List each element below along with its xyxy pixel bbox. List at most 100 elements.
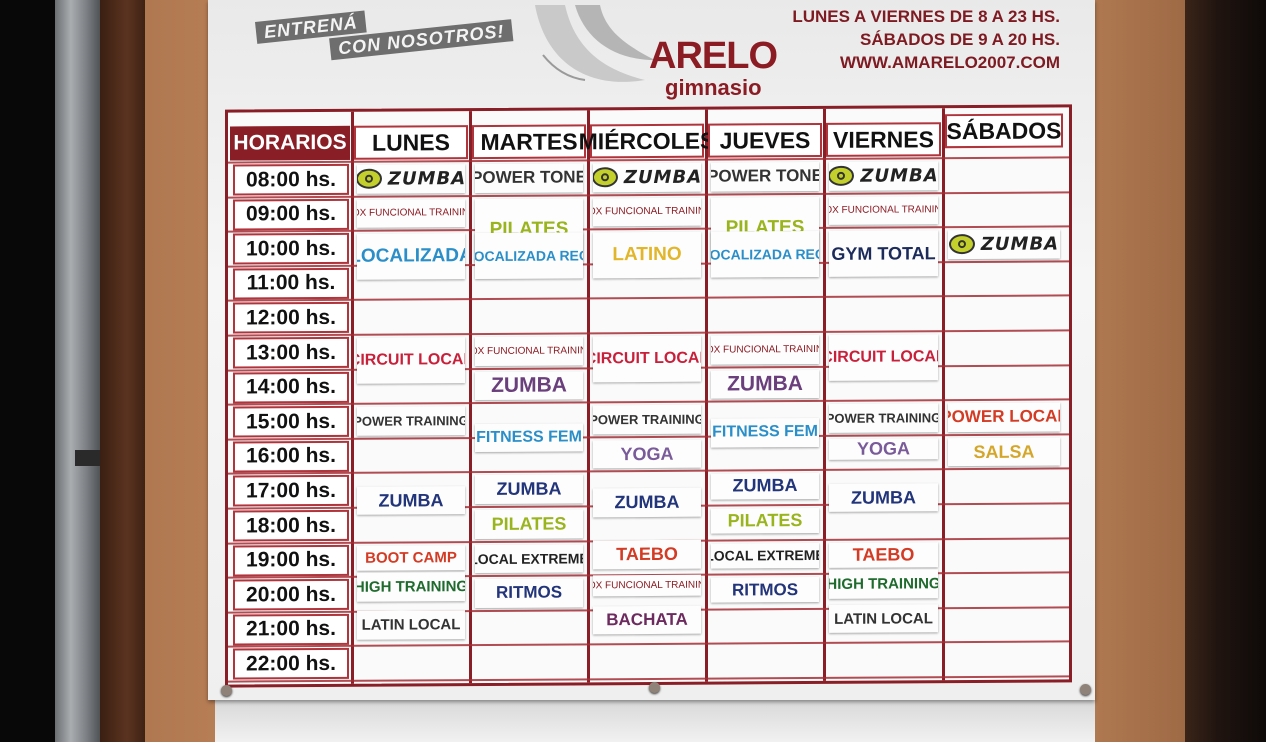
weekday-hours: LUNES A VIERNES DE 8 A 23 HS. (792, 7, 1060, 26)
class-fitness-fem: FITNESS FEM (475, 422, 583, 453)
class-high-training: HIGH TRAINING (829, 569, 938, 599)
header-day-3: JUEVES (708, 122, 822, 158)
time-label: 17:00 hs. (233, 475, 349, 507)
class-yoga: YOGA (829, 438, 938, 461)
class-circuit-local: CIRCUIT LOCAL (357, 337, 465, 384)
saturday-hours: SÁBADOS DE 9 A 20 HS. (860, 30, 1060, 49)
class-bachata: BACHATA (593, 605, 701, 635)
time-label: 20:00 hs. (233, 579, 349, 611)
class-power-training: POWER TRAINING (357, 406, 465, 436)
class-zumba: ZUMBA (711, 369, 819, 399)
class-gym-total: GYM TOTAL (829, 230, 938, 277)
class-pilates: PILATES (711, 507, 819, 534)
class-circuit-local: CIRCUIT LOCAL (829, 334, 938, 381)
gym-logo: ARELO gimnasio (515, 0, 778, 108)
column-divider (469, 111, 472, 684)
class-taebo: TAEBO (593, 539, 701, 570)
class-latin-local: LATIN LOCAL (829, 604, 938, 634)
class-localizada-rec: LOCALIZADA REC. (475, 232, 583, 280)
zumba-logo-icon (948, 234, 975, 255)
class-box-funcional: BOX FUNCIONAL TRAINING (829, 195, 938, 226)
class-fitness-fem: FITNESS FEM (711, 417, 819, 448)
column-divider (705, 109, 708, 682)
class-local-extreme: LOCAL EXTREME (711, 542, 819, 569)
class-latin-local: LATIN LOCAL (357, 610, 465, 640)
class-zumba-logo: ZUMBA (829, 161, 938, 191)
time-label: 16:00 hs. (233, 440, 349, 473)
header-day-4: VIERNES (826, 122, 941, 157)
metal-door-frame (55, 0, 100, 742)
class-zumba: ZUMBA (475, 370, 583, 401)
dark-wall (0, 0, 55, 742)
wood-pillar-right (1185, 0, 1266, 742)
class-power-tone: POWER TONE (475, 163, 583, 193)
zumba-logo-icon (593, 167, 618, 188)
class-power-tone: POWER TONE (711, 161, 819, 192)
class-power-local: POWER LOCAL (948, 402, 1060, 432)
logo-subtitle: gimnasio (665, 75, 762, 100)
time-label: 13:00 hs. (233, 336, 349, 369)
time-label: 10:00 hs. (233, 233, 349, 265)
column-divider (351, 111, 354, 684)
time-label: 19:00 hs. (233, 544, 349, 577)
time-label: 09:00 hs. (233, 198, 349, 231)
class-circuit-local: CIRCUIT LOCAL (593, 335, 701, 383)
class-salsa: SALSA (948, 437, 1060, 467)
zumba-logo-text: ZUMBA (387, 167, 465, 190)
class-box-funcional: BOX FUNCIONAL TRAINING (593, 574, 701, 597)
class-taebo: TAEBO (829, 541, 938, 568)
opening-hours: LUNES A VIERNES DE 8 A 23 HS. SÁBADOS DE… (792, 5, 1060, 74)
zumba-fitness-logo: ZUMBA (829, 165, 938, 187)
wood-pillar-left (100, 0, 145, 742)
zumba-logo-text: ZUMBA (980, 233, 1060, 255)
time-label: 15:00 hs. (233, 406, 349, 438)
time-label: 22:00 hs. (233, 648, 349, 680)
header-day-1: MARTES (472, 124, 586, 160)
column-divider (942, 108, 945, 681)
board-pin (649, 682, 660, 693)
zumba-fitness-logo: ZUMBA (948, 233, 1060, 255)
class-local-extreme: LOCAL EXTREME (475, 543, 583, 574)
class-ritmos: RITMOS (711, 577, 819, 603)
header-day-5: SÁBADOS (945, 113, 1063, 149)
zumba-fitness-logo: ZUMBA (593, 166, 701, 188)
logo-swirl-icon (535, 5, 655, 82)
zumba-fitness-logo: ZUMBA (357, 168, 465, 190)
time-label: 21:00 hs. (233, 613, 349, 646)
time-label: 08:00 hs. (233, 163, 349, 196)
column-divider (587, 110, 590, 683)
class-box-funcional: BOX FUNCIONAL TRAINING (475, 336, 583, 366)
class-zumba: ZUMBA (593, 487, 701, 518)
class-power-training: POWER TRAINING (829, 403, 938, 433)
schedule-grid: HORARIOS LUNES MARTES MIÉRCOLES JUEVES VIERN… (225, 104, 1072, 688)
time-label: 11:00 hs. (233, 267, 349, 300)
class-localizada: LOCALIZADA (357, 233, 465, 280)
class-zumba-logo: ZUMBA (593, 162, 701, 192)
class-localizada-rec: LOCALIZADA REC. (711, 231, 819, 278)
class-latino: LATINO (593, 231, 701, 279)
column-divider (823, 108, 826, 681)
class-box-funcional: BOX FUNCIONAL TRAINING (357, 198, 465, 228)
class-box-funcional: BOX FUNCIONAL TRAINING (711, 334, 819, 365)
class-zumba-logo: ZUMBA (948, 229, 1060, 259)
header-horarios: HORARIOS (230, 125, 350, 161)
class-zumba-logo: ZUMBA (357, 164, 465, 194)
zumba-logo-text: ZUMBA (623, 166, 701, 188)
header-day-2: MIÉRCOLES (579, 123, 715, 159)
class-zumba: ZUMBA (357, 485, 465, 516)
class-zumba: ZUMBA (475, 474, 583, 505)
class-boot-camp: BOOT CAMP (357, 544, 465, 571)
board-lower-edge (215, 700, 1095, 742)
logo-name: ARELO (649, 35, 778, 77)
class-zumba: ZUMBA (711, 473, 819, 500)
class-zumba: ZUMBA (829, 482, 938, 513)
zumba-logo-icon (829, 166, 855, 187)
board-pin (1080, 684, 1091, 695)
class-power-training: POWER TRAINING (593, 404, 701, 435)
class-ritmos: RITMOS (475, 578, 583, 608)
time-label: 14:00 hs. (233, 371, 349, 404)
class-yoga: YOGA (593, 439, 701, 469)
time-label: 12:00 hs. (233, 302, 349, 334)
board-pin (221, 685, 232, 696)
class-pilates: PILATES (475, 509, 583, 539)
